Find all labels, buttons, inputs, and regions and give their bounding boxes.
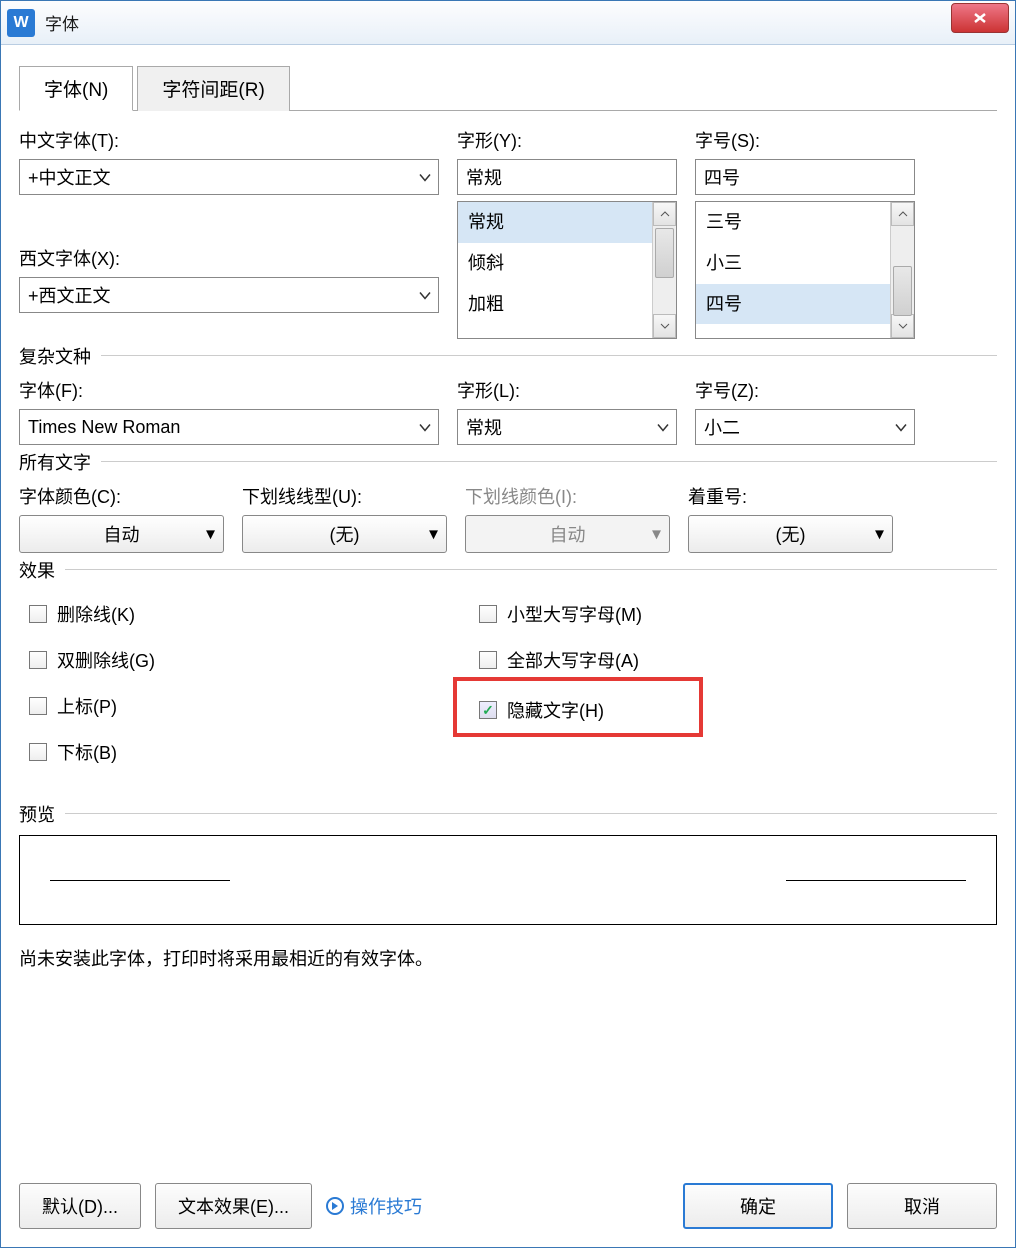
- preview-group: 预览: [19, 801, 997, 827]
- size-listbox[interactable]: 三号 小三 四号: [695, 201, 915, 339]
- tab-font[interactable]: 字体(N): [19, 66, 133, 111]
- checkbox-strikethrough[interactable]: 删除线(K): [29, 601, 439, 627]
- button-bar: 默认(D)... 文本效果(E)... 操作技巧 确定 取消: [19, 1183, 997, 1229]
- effects-group: 效果: [19, 557, 997, 583]
- scroll-up-button[interactable]: [891, 202, 914, 226]
- style-input[interactable]: 常规: [457, 159, 677, 195]
- emphasis-label: 着重号:: [688, 483, 893, 509]
- underline-style-dropdown[interactable]: (无) ▾: [242, 515, 447, 553]
- en-font-label: 西文字体(X):: [19, 245, 439, 271]
- chevron-down-icon: [894, 417, 908, 438]
- close-button[interactable]: [951, 3, 1009, 33]
- preview-line-right: [786, 880, 966, 881]
- complex-style-combo[interactable]: 常规: [457, 409, 677, 445]
- chevron-down-icon: [418, 167, 432, 188]
- cn-font-combo[interactable]: +中文正文: [19, 159, 439, 195]
- checkbox-double-strikethrough[interactable]: 双删除线(G): [29, 647, 439, 673]
- chevron-down-icon: [418, 417, 432, 438]
- play-icon: [326, 1197, 344, 1215]
- text-effects-button[interactable]: 文本效果(E)...: [155, 1183, 312, 1229]
- list-item[interactable]: 三号: [696, 202, 914, 243]
- scrollbar[interactable]: [890, 202, 914, 338]
- dialog-content: 字体(N) 字符间距(R) 中文字体(T): +中文正文 西文字体(X): +西…: [1, 45, 1015, 985]
- scroll-thumb[interactable]: [893, 266, 912, 316]
- chevron-down-icon: [418, 285, 432, 306]
- complex-size-combo[interactable]: 小二: [695, 409, 915, 445]
- chevron-down-icon: [656, 417, 670, 438]
- checkbox-smallcaps[interactable]: 小型大写字母(M): [479, 601, 859, 627]
- scrollbar[interactable]: [652, 202, 676, 338]
- tips-link[interactable]: 操作技巧: [326, 1183, 422, 1229]
- font-color-dropdown[interactable]: 自动 ▾: [19, 515, 224, 553]
- underline-color-dropdown: 自动 ▾: [465, 515, 670, 553]
- list-item[interactable]: 小三: [696, 243, 914, 284]
- en-font-combo[interactable]: +西文正文: [19, 277, 439, 313]
- checkbox-superscript[interactable]: 上标(P): [29, 693, 439, 719]
- highlight-annotation: [453, 677, 703, 737]
- titlebar: W 字体: [1, 1, 1015, 45]
- checkbox-subscript[interactable]: 下标(B): [29, 739, 439, 765]
- emphasis-dropdown[interactable]: (无) ▾: [688, 515, 893, 553]
- scroll-down-button[interactable]: [891, 314, 914, 338]
- chevron-down-icon: ▾: [429, 524, 438, 545]
- complex-style-label: 字形(L):: [457, 377, 677, 403]
- cancel-button[interactable]: 取消: [847, 1183, 997, 1229]
- size-label: 字号(S):: [695, 127, 915, 153]
- close-icon: [972, 12, 988, 24]
- style-label: 字形(Y):: [457, 127, 677, 153]
- complex-group: 复杂文种: [19, 343, 997, 369]
- list-item[interactable]: 四号: [696, 284, 914, 325]
- font-dialog-window: W 字体 字体(N) 字符间距(R) 中文字体(T): +中文正文 西文字体(X…: [0, 0, 1016, 1248]
- list-item[interactable]: 加粗: [458, 284, 676, 325]
- all-text-group: 所有文字: [19, 449, 997, 475]
- ok-button[interactable]: 确定: [683, 1183, 833, 1229]
- size-input[interactable]: 四号: [695, 159, 915, 195]
- default-button[interactable]: 默认(D)...: [19, 1183, 141, 1229]
- app-icon: W: [7, 9, 35, 37]
- chevron-down-icon: ▾: [652, 524, 661, 545]
- info-text: 尚未安装此字体，打印时将采用最相近的有效字体。: [19, 945, 997, 971]
- preview-line-left: [50, 880, 230, 881]
- checkbox-allcaps[interactable]: 全部大写字母(A): [479, 647, 859, 673]
- style-listbox[interactable]: 常规 倾斜 加粗: [457, 201, 677, 339]
- cn-font-label: 中文字体(T):: [19, 127, 439, 153]
- complex-font-label: 字体(F):: [19, 377, 439, 403]
- list-item[interactable]: 倾斜: [458, 243, 676, 284]
- scroll-thumb[interactable]: [655, 228, 674, 278]
- complex-size-label: 字号(Z):: [695, 377, 915, 403]
- chevron-down-icon: ▾: [206, 524, 215, 545]
- scroll-down-button[interactable]: [653, 314, 676, 338]
- underline-style-label: 下划线线型(U):: [242, 483, 447, 509]
- tab-spacing[interactable]: 字符间距(R): [137, 66, 289, 111]
- window-title: 字体: [45, 10, 79, 35]
- complex-font-combo[interactable]: Times New Roman: [19, 409, 439, 445]
- scroll-up-button[interactable]: [653, 202, 676, 226]
- chevron-down-icon: ▾: [875, 524, 884, 545]
- underline-color-label: 下划线颜色(I):: [465, 483, 670, 509]
- tab-bar: 字体(N) 字符间距(R): [19, 65, 997, 111]
- font-color-label: 字体颜色(C):: [19, 483, 224, 509]
- preview-box: [19, 835, 997, 925]
- list-item[interactable]: 常规: [458, 202, 676, 243]
